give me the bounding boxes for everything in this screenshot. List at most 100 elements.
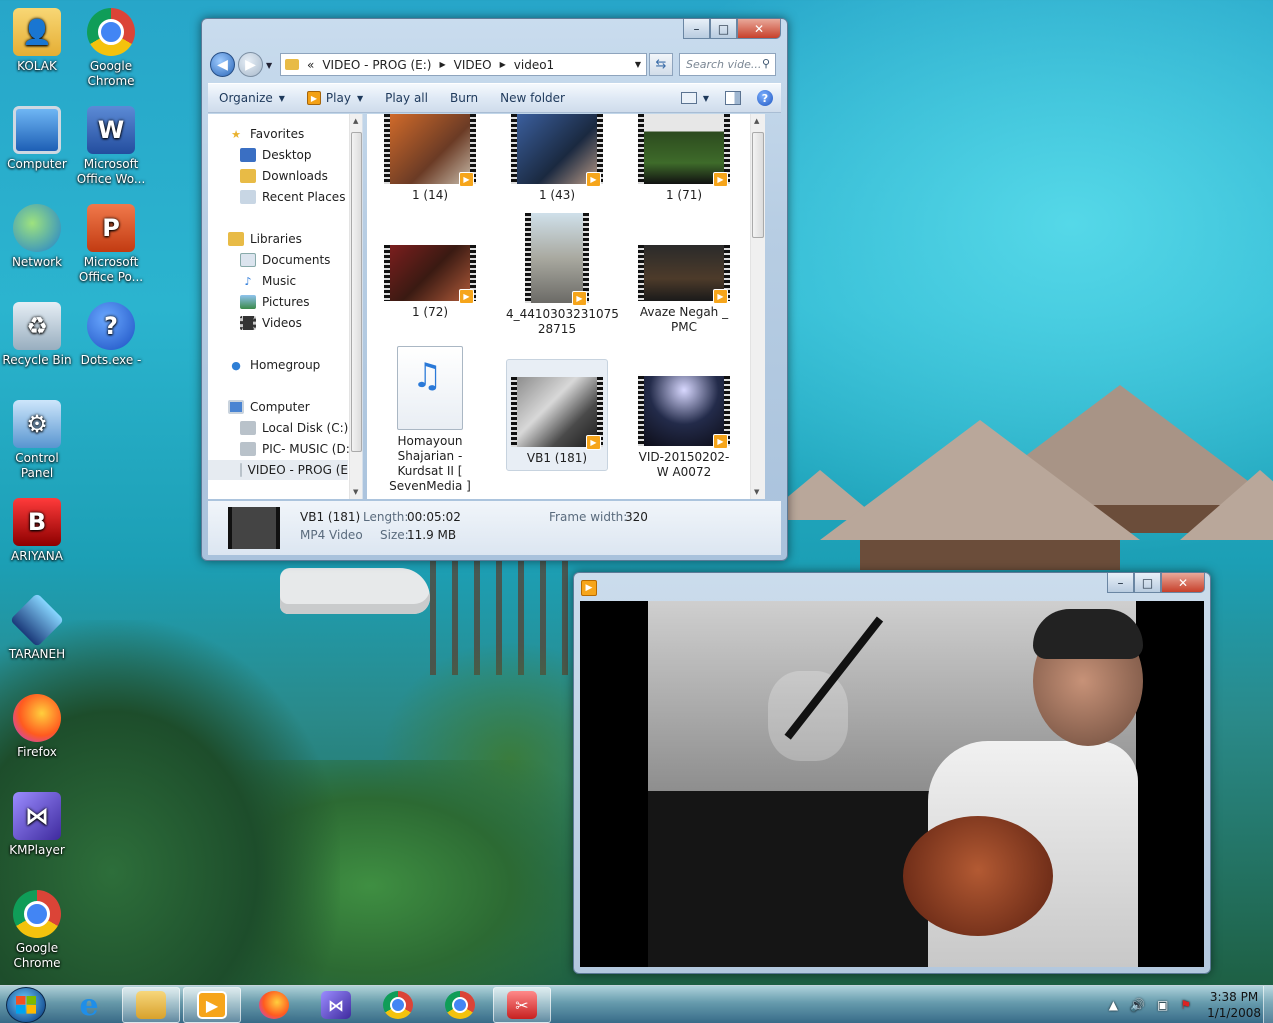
desktop-icon-chrome[interactable]: Google Chrome — [74, 8, 148, 89]
maximize-button[interactable]: □ — [710, 19, 737, 39]
address-bar[interactable]: « VIDEO - PROG (E:) ▶ VIDEO ▶ video1 ▼ — [280, 53, 647, 76]
organize-button[interactable]: Organize ▼ — [208, 84, 296, 112]
network-status-icon[interactable]: ▣ — [1157, 998, 1168, 1012]
play-button[interactable]: ▶ Play ▼ — [296, 84, 374, 112]
refresh-button[interactable]: ⇆ — [649, 53, 673, 76]
nav-computer[interactable]: Computer — [228, 397, 310, 417]
close-button[interactable]: ✕ — [737, 19, 781, 39]
downloads-folder-icon — [240, 169, 256, 183]
navigation-scrollbar[interactable]: ▲ ▼ — [349, 114, 362, 499]
file-item[interactable]: ▶ 1 (14) — [379, 114, 481, 203]
minimize-button[interactable]: – — [1107, 573, 1134, 593]
breadcrumb-separator-icon[interactable]: ▶ — [439, 60, 445, 69]
nav-downloads[interactable]: Downloads — [240, 166, 328, 186]
play-label: Play — [325, 91, 351, 105]
file-item[interactable]: ▶ 1 (43) — [506, 114, 608, 203]
file-item[interactable]: ▶ Avaze Negah _ PMC — [633, 231, 735, 335]
desktop-icon-control-panel[interactable]: ⚙ Control Panel — [0, 400, 74, 481]
show-hidden-icons-icon[interactable]: ▲ — [1109, 998, 1118, 1012]
desktop-icon-firefox[interactable]: Firefox — [0, 694, 74, 760]
breadcrumb-video1[interactable]: video1 — [514, 58, 554, 72]
file-item[interactable]: ▶ 1 (71) — [633, 114, 735, 203]
nav-videos[interactable]: Videos — [240, 313, 302, 333]
new-folder-button[interactable]: New folder — [489, 84, 576, 112]
action-center-flag-icon[interactable]: ⚑ — [1180, 998, 1191, 1012]
desktop-icon-label: KOLAK — [17, 59, 57, 73]
start-button[interactable] — [6, 987, 46, 1023]
nav-desktop[interactable]: Desktop — [240, 145, 312, 165]
selected-file-thumbnail — [228, 507, 280, 549]
explorer-window[interactable]: – □ ✕ ◀ ▶ ▼ « VIDEO - PROG (E:) ▶ VIDEO … — [201, 18, 788, 561]
nav-favorites[interactable]: ★ Favorites — [228, 124, 304, 144]
desktop-icon-recycle-bin[interactable]: ♻ Recycle Bin — [0, 302, 74, 368]
address-dropdown-icon[interactable]: ▼ — [635, 60, 641, 69]
search-placeholder: Search vide... — [686, 58, 762, 71]
desktop-icon-network[interactable]: Network — [0, 204, 74, 270]
nav-music[interactable]: ♪ Music — [240, 271, 296, 291]
nav-recent-places[interactable]: Recent Places — [240, 187, 345, 207]
scrollbar-thumb[interactable] — [351, 132, 362, 452]
clock[interactable]: 3:38 PM 1/1/2008 — [1207, 989, 1261, 1021]
scrollbar-thumb[interactable] — [752, 132, 764, 238]
nav-label: VIDEO - PROG (E — [247, 463, 348, 477]
taskbar-windows-explorer[interactable] — [122, 987, 180, 1023]
help-button[interactable]: ? — [749, 84, 781, 112]
video-area[interactable] — [580, 601, 1204, 967]
address-overflow-chevron[interactable]: « — [307, 58, 314, 72]
scroll-up-icon[interactable]: ▲ — [353, 117, 358, 125]
nav-documents[interactable]: Documents — [240, 250, 330, 270]
video-thumbnail: ▶ — [511, 377, 603, 450]
desktop-icon-taraneh[interactable]: TARANEH — [0, 592, 74, 662]
show-desktop-button[interactable] — [1263, 986, 1273, 1023]
breadcrumb-separator-icon[interactable]: ▶ — [500, 60, 506, 69]
scroll-up-icon[interactable]: ▲ — [754, 117, 759, 125]
nav-local-disk[interactable]: Local Disk (C:) — [240, 418, 348, 438]
close-button[interactable]: ✕ — [1161, 573, 1205, 593]
file-item[interactable]: ♫ Homayoun Shajarian - Kurdsat II [ Seve… — [379, 346, 481, 494]
desktop-icon-word[interactable]: W Microsoft Office Wo... — [74, 106, 148, 187]
play-all-button[interactable]: Play all — [374, 84, 439, 112]
nav-libraries[interactable]: Libraries — [228, 229, 302, 249]
taskbar-snipping-tool[interactable]: ✂ — [493, 987, 551, 1023]
taskbar-kmplayer[interactable]: ⋈ — [307, 987, 365, 1023]
nav-label: Desktop — [262, 148, 312, 162]
nav-pictures[interactable]: Pictures — [240, 292, 310, 312]
nav-video-prog[interactable]: VIDEO - PROG (E — [208, 460, 348, 480]
recent-pages-dropdown[interactable]: ▼ — [266, 61, 272, 70]
taskbar-media-player[interactable]: ▶ — [183, 987, 241, 1023]
nav-homegroup[interactable]: ● Homegroup — [228, 355, 320, 375]
content-scrollbar[interactable]: ▲ ▼ — [750, 114, 765, 499]
breadcrumb-video[interactable]: VIDEO — [454, 58, 492, 72]
desktop-icon-kmplayer[interactable]: ⋈ KMPlayer — [0, 792, 74, 858]
desktop-icon-ariyana[interactable]: B ARIYANA — [0, 498, 74, 564]
burn-button[interactable]: Burn — [439, 84, 489, 112]
change-view-button[interactable]: ▼ — [673, 84, 717, 112]
file-item[interactable]: ▶ VID-20150202-W A0072 — [633, 376, 735, 480]
taskbar-firefox[interactable] — [245, 987, 303, 1023]
desktop-icon-computer[interactable]: Computer — [0, 106, 74, 172]
taskbar-chrome[interactable] — [369, 987, 427, 1023]
scroll-down-icon[interactable]: ▼ — [754, 488, 759, 496]
forward-button[interactable]: ▶ — [238, 52, 263, 77]
desktop-icon-kolak[interactable]: 👤 KOLAK — [0, 8, 74, 74]
desktop-icon-dots[interactable]: ? Dots.exe - — [74, 302, 148, 368]
maximize-button[interactable]: □ — [1134, 573, 1161, 593]
search-input[interactable]: Search vide... ⚲ — [679, 53, 776, 76]
arrow-right-icon: ▶ — [245, 56, 256, 73]
desktop-icon-powerpoint[interactable]: P Microsoft Office Po... — [74, 204, 148, 285]
media-player-window[interactable]: ▶ – □ ✕ — [573, 572, 1211, 974]
volume-icon[interactable]: 🔊 — [1130, 998, 1145, 1012]
taskbar-chrome-2[interactable] — [431, 987, 489, 1023]
file-item[interactable]: ▶ 1 (72) — [379, 231, 481, 320]
back-button[interactable]: ◀ — [210, 52, 235, 77]
preview-pane-button[interactable] — [717, 84, 749, 112]
search-icon[interactable]: ⚲ — [762, 57, 770, 70]
desktop-icon-chrome-2[interactable]: Google Chrome — [0, 890, 74, 971]
scroll-down-icon[interactable]: ▼ — [353, 488, 358, 496]
taskbar-internet-explorer[interactable]: e — [60, 987, 118, 1023]
nav-pic-music[interactable]: PIC- MUSIC (D:) — [240, 439, 354, 459]
file-item[interactable]: ▶ 4_4410303231075 28715 — [506, 213, 619, 337]
minimize-button[interactable]: – — [683, 19, 710, 39]
breadcrumb-drive[interactable]: VIDEO - PROG (E:) — [322, 58, 431, 72]
file-item-selected[interactable]: ▶ VB1 (181) — [506, 359, 608, 471]
